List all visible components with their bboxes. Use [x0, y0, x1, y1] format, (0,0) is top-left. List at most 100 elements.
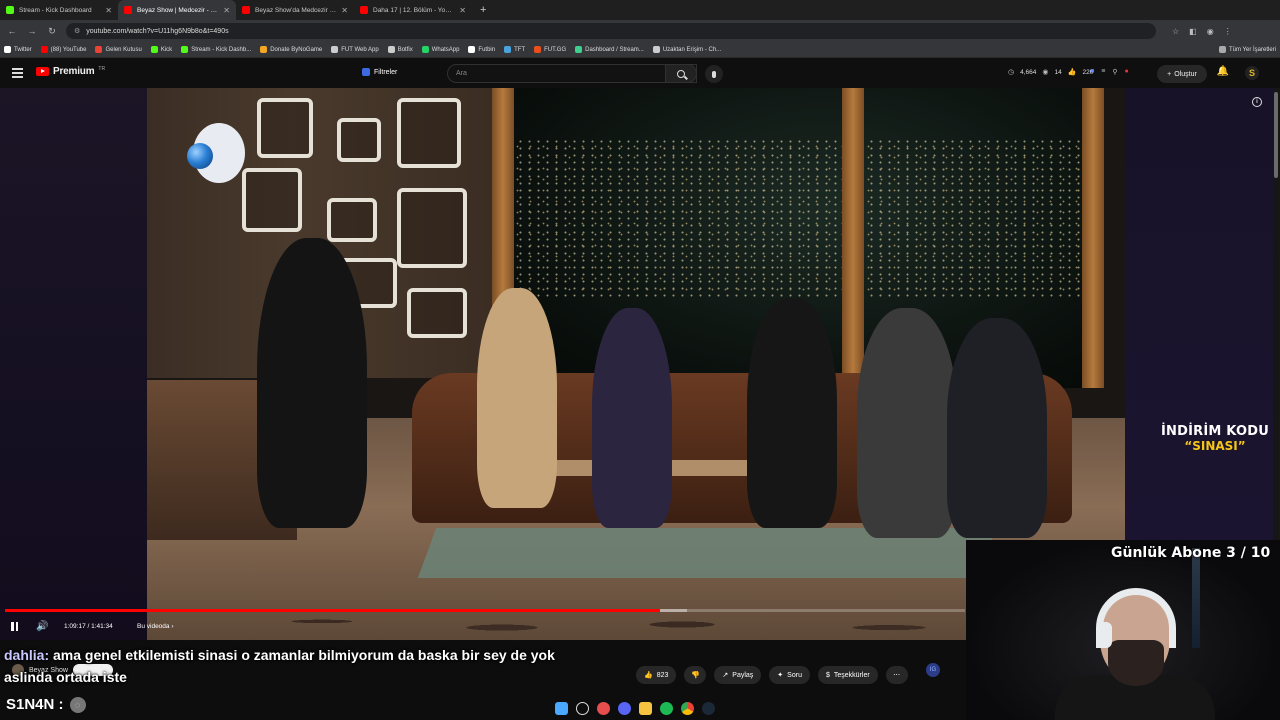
share-button[interactable]: ↗ Paylaş	[714, 666, 762, 684]
extension-icon[interactable]: ■	[1090, 68, 1094, 76]
host-figure	[257, 238, 367, 528]
time-display: 1:09:17 / 1:41:34	[64, 622, 113, 630]
remote-icon	[652, 46, 660, 53]
new-tab-icon[interactable]: +	[472, 4, 494, 16]
bookmark-item[interactable]: Twitter	[4, 46, 32, 53]
browser-tab-active[interactable]: Beyaz Show | Medcezir - Se ✕	[118, 0, 236, 20]
bookmark-item[interactable]: (88) YouTube	[40, 46, 86, 53]
discord-icon[interactable]	[618, 701, 631, 715]
chat-username: dahlia:	[4, 647, 50, 663]
chrome-icon[interactable]	[681, 701, 694, 715]
bookmark-item[interactable]: WhatsApp	[421, 46, 459, 53]
bookmark-item[interactable]: Stream - Kick Dashb...	[181, 46, 251, 53]
guest-figure	[857, 308, 957, 538]
bookmark-item[interactable]: FUT Web App	[331, 46, 379, 53]
browser-tab[interactable]: Stream - Kick Dashboard ✕	[0, 0, 118, 20]
youtube-play-icon	[36, 67, 49, 76]
more-button[interactable]: ⋯	[885, 666, 908, 684]
ask-button[interactable]: ✦ Soru	[769, 666, 810, 684]
notifications-bell-icon[interactable]: 🔔	[1216, 66, 1230, 80]
video-progress-bar[interactable]	[5, 609, 965, 612]
close-icon[interactable]: ✕	[105, 6, 112, 15]
close-icon[interactable]: ✕	[341, 6, 348, 15]
search-input[interactable]: Ara	[447, 64, 697, 83]
scrollbar-thumb[interactable]	[1274, 92, 1278, 178]
like-button[interactable]: 👍 823	[636, 666, 677, 684]
bookmark-item[interactable]: Futbin	[468, 46, 495, 53]
volume-icon[interactable]: 🔊	[36, 618, 48, 634]
bookmark-item[interactable]: Gelen Kutusu	[95, 46, 142, 53]
bookmark-item[interactable]: Uzaktan Erişim - Ch...	[652, 46, 721, 53]
bookmark-item[interactable]: TFT	[504, 46, 525, 53]
extension-stats: ◷ 4,664 ◉ 14 👍 220	[1008, 68, 1094, 77]
profile-icon[interactable]: ◉	[1207, 27, 1214, 36]
city-lights	[507, 138, 1087, 298]
wooden-pillar	[1082, 88, 1104, 388]
sparkle-icon: ✦	[777, 672, 784, 679]
site-info-icon[interactable]: ⚙	[74, 27, 80, 35]
filter-icon	[362, 68, 370, 76]
shelf-frame	[407, 288, 467, 338]
shelf-frame	[242, 168, 302, 232]
os-taskbar	[555, 700, 715, 716]
voice-search-button[interactable]	[705, 65, 723, 83]
close-icon[interactable]: ✕	[459, 6, 466, 15]
kick-icon	[150, 46, 158, 53]
buffer-fill	[659, 609, 687, 612]
back-icon[interactable]: ←	[6, 26, 18, 36]
app-icon[interactable]	[597, 701, 610, 715]
share-icon: ↗	[722, 672, 729, 679]
list-icon[interactable]: ≡	[1101, 68, 1105, 76]
spotify-icon[interactable]	[660, 701, 673, 715]
thanks-button[interactable]: $ Teşekkürler	[817, 666, 878, 684]
pause-button[interactable]	[11, 618, 21, 634]
streamer-name-tag: S1N4N : ◌	[6, 696, 86, 713]
account-avatar[interactable]: S	[1245, 66, 1259, 80]
steam-icon[interactable]	[702, 701, 715, 715]
guest-figure	[477, 288, 557, 508]
streamer-logo-icon: ◌	[69, 696, 86, 713]
hamburger-menu-icon[interactable]	[12, 68, 23, 78]
antenna-icon[interactable]: ⚲	[1112, 68, 1117, 76]
extensions-icon[interactable]: ◧	[1189, 27, 1197, 36]
search-icon	[677, 69, 685, 78]
bookmark-item[interactable]: FUT.GG	[534, 46, 566, 53]
search-button[interactable]	[665, 64, 697, 83]
record-icon[interactable]: ●	[1124, 68, 1128, 76]
bookmark-star-icon[interactable]: ☆	[1172, 27, 1179, 36]
bookmark-item[interactable]: Donate ByNoGame	[260, 46, 322, 53]
chat-message-overlay: dahlia: ama genel etkilemisti sinasi o z…	[4, 644, 564, 688]
bookmark-item[interactable]: Botfix	[387, 46, 413, 53]
windows-start-icon[interactable]	[555, 701, 568, 715]
url-field[interactable]: ⚙ youtube.com/watch?v=U11hg6N9b8o&t=490s	[66, 23, 1156, 39]
forward-icon[interactable]: →	[26, 26, 38, 36]
youtube-premium-logo[interactable]: Premium TR	[36, 66, 105, 77]
info-icon[interactable]: i	[1252, 97, 1262, 107]
bookmarks-bar: Twitter (88) YouTube Gelen Kutusu Kick S…	[0, 42, 1280, 58]
background-light	[1192, 548, 1200, 648]
globe-icon	[331, 46, 339, 53]
extension-badge-icon[interactable]: IG	[926, 663, 940, 677]
browser-tab[interactable]: Daha 17 | 12. Bölüm - YouTube ✕	[354, 0, 472, 20]
gmail-icon	[95, 46, 103, 53]
chapter-button[interactable]: Bu videoda ›	[137, 618, 174, 634]
headphone-earcup	[1098, 622, 1112, 648]
bookmark-item[interactable]: Dashboard / Stream...	[575, 46, 644, 53]
url-text: youtube.com/watch?v=U11hg6N9b8o&t=490s	[86, 27, 229, 35]
create-button[interactable]: + Oluştur	[1157, 65, 1207, 83]
dislike-button[interactable]: 👎	[684, 666, 707, 684]
kick-icon	[6, 6, 14, 14]
folder-icon[interactable]	[639, 701, 652, 715]
all-bookmarks[interactable]: Tüm Yer İşaretleri	[1218, 46, 1276, 53]
supabase-icon	[575, 46, 583, 53]
close-icon[interactable]: ✕	[223, 6, 230, 15]
tft-icon	[504, 46, 512, 53]
bookmark-item[interactable]: Kick	[150, 46, 172, 53]
reload-icon[interactable]: ↻	[46, 26, 58, 37]
filters-button[interactable]: Filtreler	[362, 68, 397, 76]
browser-tab[interactable]: Beyaz Show'da Medcezir skeç ✕	[236, 0, 354, 20]
donate-icon	[260, 46, 268, 53]
menu-dots-icon[interactable]: ⋮	[1224, 27, 1232, 36]
search-icon[interactable]	[576, 701, 589, 715]
plus-icon: +	[1167, 70, 1172, 78]
